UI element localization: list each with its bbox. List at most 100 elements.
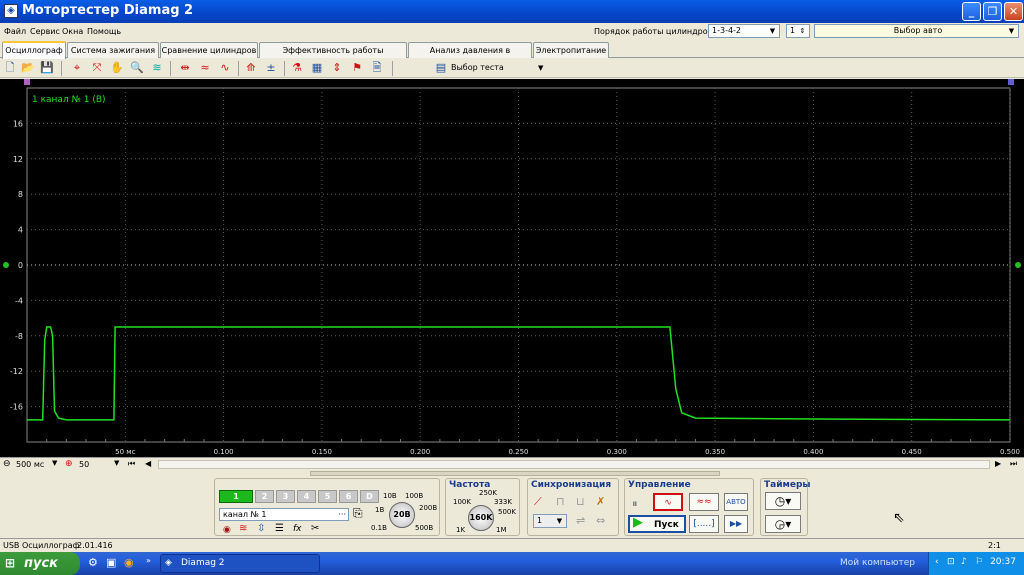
cylinder-number-spinner[interactable]: 1 ⇕ [786, 24, 810, 38]
ellipsis-icon: ··· [338, 510, 346, 519]
timebase-value[interactable]: 500 мс [16, 460, 44, 469]
tools-icon[interactable]: ✂ [311, 523, 319, 534]
sine-mode-button[interactable]: ∿ [653, 493, 683, 511]
desktop-icon[interactable]: ▣ [106, 556, 116, 569]
maximize-button[interactable]: ❐ [983, 2, 1002, 21]
app-icon[interactable]: ◈ [4, 4, 18, 18]
browser-icon[interactable]: ◉ [124, 556, 134, 569]
channel-4-button[interactable]: 4 [297, 490, 316, 503]
more-icon[interactable]: » [146, 556, 151, 565]
table-icon[interactable]: ▦ [310, 61, 324, 75]
chevron-down-icon[interactable]: ▼ [114, 459, 119, 467]
menu-help[interactable]: Помощь [87, 27, 121, 36]
auto-scale-icon[interactable]: ⟰ [244, 61, 258, 75]
tab-cylinder-pressure[interactable]: Анализ давления в цилиндре [408, 42, 532, 70]
timer-1-button[interactable]: ◷▾ [765, 492, 801, 510]
y-tick-label: 0 [18, 261, 23, 270]
scroll-right-icon[interactable]: ▶ [995, 459, 1001, 468]
oscilloscope-area[interactable]: 16 12 8 4 0 -4 -8 -12 -16 50 мс 0.100 0.150 0.200 0.2… [0, 79, 1024, 457]
oscilloscope-plot[interactable]: 16 12 8 4 0 -4 -8 -12 -16 50 мс 0.100 0.150 0.200 0.2… [0, 79, 1024, 457]
wave-icon[interactable]: ≋ [239, 523, 247, 534]
menu-file[interactable]: Файл [4, 27, 26, 36]
new-file-icon[interactable]: 🗋 [3, 61, 17, 75]
menu-service[interactable]: Сервис [30, 27, 60, 36]
rising-edge-icon[interactable]: ⟋ [534, 495, 542, 509]
tab-cylinder-efficiency[interactable]: Эффективность работы цилиндров [259, 42, 407, 70]
start-button[interactable]: ⊞ пуск [0, 552, 80, 575]
quicklaunch-icon[interactable]: ⚙ [88, 556, 98, 569]
zoom-in-icon[interactable]: ⊕ [65, 459, 73, 469]
tab-ignition-system[interactable]: Система зажигания [67, 42, 159, 58]
start-button[interactable]: ▶ Пуск [628, 515, 686, 533]
channel-6-button[interactable]: 6 [339, 490, 358, 503]
fit-icon[interactable]: ≋ [150, 61, 164, 75]
title-bar[interactable]: ◈ Мотортестер Diamag 2 _ ❐ ✕ [0, 0, 1024, 23]
tray-arrow-icon[interactable]: ‹ [935, 557, 939, 567]
scroll-start-icon[interactable]: ⏮ [128, 459, 135, 469]
function-icon[interactable]: fx [293, 524, 302, 534]
horizontal-scrollbar[interactable] [158, 460, 990, 469]
hand-icon[interactable]: ✋ [110, 61, 124, 75]
test-select[interactable]: ▤ Выбор теста ▼ [432, 60, 550, 76]
zero-level-icon[interactable]: ± [264, 61, 278, 75]
pulse-up-icon[interactable]: ⊓ [556, 495, 565, 508]
wave-adjust-icon[interactable]: ∿ [218, 61, 232, 75]
auto-sync-icon[interactable]: ✗ [596, 495, 605, 508]
timers-title: Таймеры [764, 480, 811, 490]
taskbar-mycomputer[interactable]: Мой компьютер [840, 558, 915, 568]
channel-settings-icon[interactable]: ⎘ [353, 506, 363, 521]
zoom-out-icon[interactable]: ⊖ [3, 459, 11, 469]
scroll-end-icon[interactable]: ⏭ [1010, 459, 1017, 469]
menu-windows[interactable]: Окна [62, 27, 83, 36]
scale-icon[interactable]: ⤧ [90, 61, 104, 75]
timer-2-button[interactable]: ◶▾ [765, 515, 801, 533]
channel-2-button[interactable]: 2 [255, 490, 274, 503]
vertical-scale-icon[interactable]: ⇳ [257, 523, 265, 534]
buffer-button[interactable]: [.....] [689, 515, 719, 533]
minimize-button[interactable]: _ [962, 2, 981, 21]
points-value[interactable]: 50 [79, 460, 89, 469]
security-icon[interactable]: ⚐ [975, 557, 983, 567]
volume-icon[interactable]: ♪ [961, 557, 967, 567]
tab-cylinder-comparison[interactable]: Сравнение цилиндров [160, 42, 258, 58]
split-icon[interactable]: ⇕ [330, 61, 344, 75]
multi-wave-button[interactable]: ≈≈ [689, 493, 719, 511]
channel-1-button[interactable]: 1 [219, 490, 253, 503]
filter-icon[interactable]: ⚗ [290, 61, 304, 75]
voltage-knob[interactable]: 20В [389, 502, 415, 528]
report-icon[interactable]: 🗎 [370, 61, 384, 75]
pulse-down-icon[interactable]: ⊔ [576, 495, 585, 508]
channel-5-button[interactable]: 5 [318, 490, 337, 503]
lines-icon[interactable]: ☰ [275, 523, 284, 534]
auto-play-button[interactable]: ▶▶ [724, 515, 748, 533]
sync-channel-select[interactable]: 1 ▼ [533, 514, 567, 528]
wave-icon[interactable]: ≈ [198, 61, 212, 75]
y-tick-label: 4 [18, 226, 23, 235]
panel-splitter[interactable] [310, 471, 720, 476]
save-icon[interactable]: 💾 [40, 61, 54, 75]
network-icon[interactable]: ⊡ [947, 557, 955, 567]
expand-icon[interactable]: ⇹ [178, 61, 192, 75]
cursor-icon[interactable]: ⌖ [70, 61, 84, 75]
channel-name-field[interactable]: канал № 1 ··· [219, 508, 349, 521]
chevron-down-icon[interactable]: ▼ [52, 459, 57, 467]
channel-3-button[interactable]: 3 [276, 490, 295, 503]
taskbar-item-diamag[interactable]: ◈ Diamag 2 [160, 554, 320, 573]
marker-icon[interactable]: ⚑ [350, 61, 364, 75]
open-folder-icon[interactable]: 📂 [21, 61, 35, 75]
test-select-label: Выбор теста [451, 63, 504, 72]
zoom-icon[interactable]: 🔍 [130, 61, 144, 75]
tab-power-supply[interactable]: Электропитание [533, 42, 609, 58]
offset-icon[interactable]: ⇔ [596, 514, 605, 527]
channel-d-button[interactable]: D [360, 490, 379, 503]
tab-oscilloscope[interactable]: Осциллограф [2, 41, 66, 59]
scroll-left-icon[interactable]: ◀ [145, 459, 151, 468]
auto-button[interactable]: АВТО [724, 493, 748, 511]
frequency-knob[interactable]: 160K [468, 505, 494, 531]
pause-icon[interactable]: ⏸ [632, 497, 638, 511]
close-button[interactable]: ✕ [1004, 2, 1023, 21]
vehicle-select[interactable]: Выбор авто ▼ [814, 24, 1019, 38]
level-icon[interactable]: ⇌ [576, 514, 585, 527]
eye-icon[interactable]: ◉ [223, 525, 231, 535]
cylinder-order-select[interactable]: 1-3-4-2 ▼ [708, 24, 780, 38]
